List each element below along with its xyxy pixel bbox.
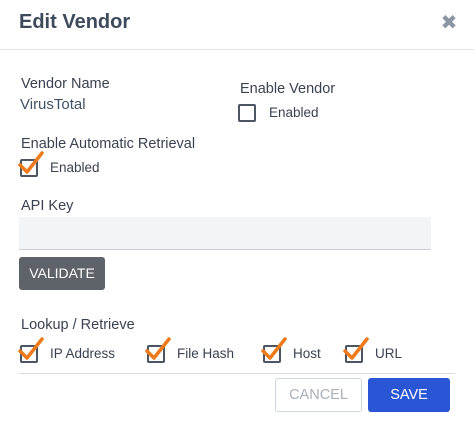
lookup-file-hash-label: File Hash [177,346,235,361]
auto-retrieval-option-label: Enabled [50,160,100,175]
dialog-header: Edit Vendor ✖ [0,0,474,50]
vendor-name-value: VirusTotal [20,96,86,113]
lookup-ip-address-checkbox[interactable] [20,345,38,363]
validate-button[interactable]: VALIDATE [19,257,105,290]
lookup-host-label: Host [293,346,321,361]
enable-vendor-label: Enable Vendor [240,81,336,97]
lookup-ip-address-label: IP Address [50,346,116,361]
auto-retrieval-checkbox[interactable] [20,159,38,177]
vendor-name-label: Vendor Name [21,76,110,92]
enable-vendor-checkbox[interactable] [238,104,256,122]
footer-divider [19,373,455,374]
lookup-file-hash-checkbox[interactable] [147,345,165,363]
api-key-label: API Key [21,198,74,214]
save-button[interactable]: SAVE [368,378,450,412]
dialog-title: Edit Vendor [19,11,131,33]
api-key-input[interactable] [19,217,431,250]
lookup-label: Lookup / Retrieve [21,317,135,333]
enable-vendor-option-label: Enabled [269,105,319,120]
lookup-url-checkbox[interactable] [345,345,363,363]
lookup-url-label: URL [375,346,403,361]
lookup-host-checkbox[interactable] [263,345,281,363]
cancel-button[interactable]: CANCEL [275,378,362,412]
auto-retrieval-label: Enable Automatic Retrieval [21,136,196,152]
close-icon[interactable]: ✖ [438,12,460,34]
